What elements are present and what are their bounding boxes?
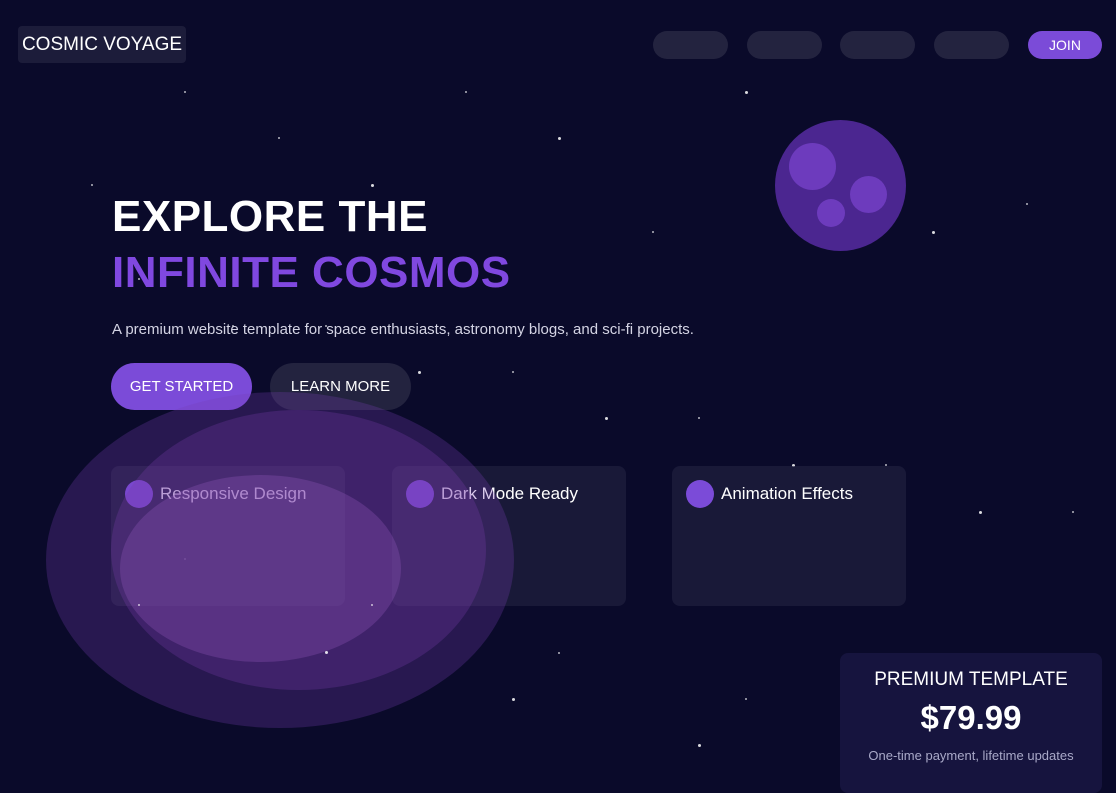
star — [1026, 203, 1028, 205]
star — [1072, 511, 1074, 513]
star — [605, 417, 608, 420]
feature-card-responsive[interactable]: Responsive Design — [111, 466, 345, 606]
star — [932, 231, 935, 234]
logo[interactable]: COSMIC VOYAGE — [18, 26, 186, 63]
nav-item-1[interactable] — [653, 31, 728, 59]
star — [325, 651, 328, 654]
star — [184, 91, 186, 93]
star — [745, 698, 747, 700]
hero-title-line1: EXPLORE THE — [112, 192, 428, 241]
feature-card-animation[interactable]: Animation Effects — [672, 466, 906, 606]
planet-illustration — [775, 120, 906, 251]
learn-more-button[interactable]: LEARN MORE — [270, 363, 411, 410]
planet-crater — [850, 176, 887, 213]
star — [371, 604, 373, 606]
star — [278, 137, 280, 139]
pricing-heading: PREMIUM TEMPLATE — [874, 669, 1068, 690]
feature-dot-icon — [406, 480, 434, 508]
star — [138, 604, 140, 606]
star — [558, 137, 561, 140]
star — [465, 91, 467, 93]
star — [652, 231, 654, 233]
pricing-panel: PREMIUM TEMPLATE $79.99 One-time payment… — [840, 653, 1102, 793]
star — [512, 698, 515, 701]
feature-dot-icon — [686, 480, 714, 508]
star — [745, 91, 748, 94]
star — [698, 744, 701, 747]
star — [91, 184, 93, 186]
hero-title-line2: INFINITE COSMOS — [112, 248, 511, 297]
planet-crater — [789, 143, 836, 190]
feature-title: Dark Mode Ready — [441, 484, 579, 503]
feature-dot-icon — [125, 480, 153, 508]
planet-crater — [817, 199, 845, 227]
pricing-price: $79.99 — [920, 699, 1022, 736]
star — [418, 371, 421, 374]
pricing-note: One-time payment, lifetime updates — [868, 748, 1074, 763]
star — [371, 184, 374, 187]
feature-card-dark-mode[interactable]: Dark Mode Ready — [392, 466, 626, 606]
nav-item-4[interactable] — [934, 31, 1009, 59]
star — [979, 511, 982, 514]
star — [558, 652, 560, 654]
star — [698, 417, 700, 419]
nav-item-3[interactable] — [840, 31, 915, 59]
feature-title: Responsive Design — [160, 484, 307, 503]
hero-subtitle: A premium website template for space ent… — [112, 321, 694, 338]
join-button[interactable]: JOIN — [1028, 31, 1102, 59]
nav-item-2[interactable] — [747, 31, 822, 59]
feature-title: Animation Effects — [721, 484, 853, 503]
get-started-button[interactable]: GET STARTED — [111, 363, 252, 410]
star — [512, 371, 514, 373]
